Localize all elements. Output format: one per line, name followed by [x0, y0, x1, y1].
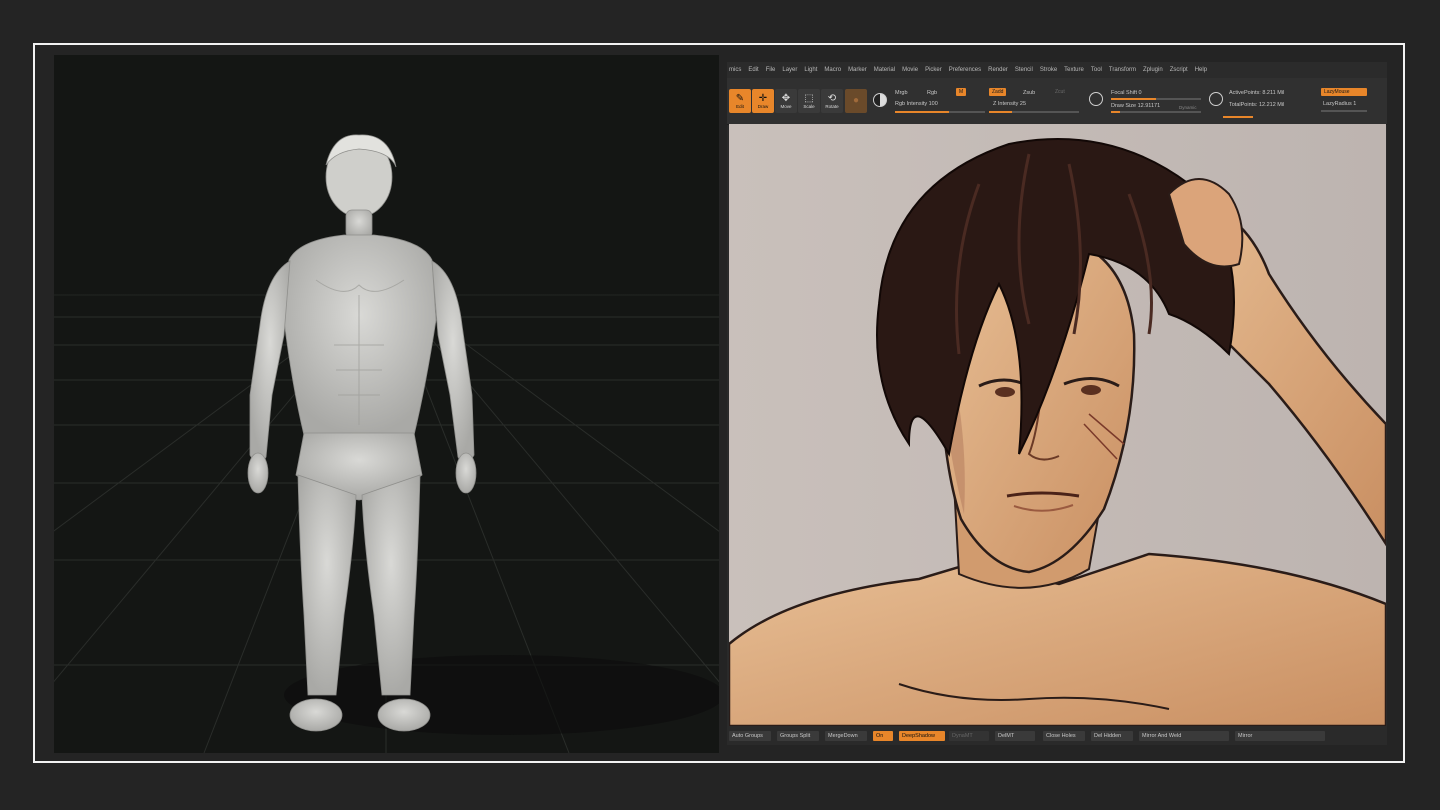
material-sphere-icon: ● — [852, 95, 860, 106]
rotate-icon: ⟲ — [827, 92, 837, 104]
focal-shift-fill — [1111, 98, 1156, 100]
groups-split-button[interactable]: Groups Split — [777, 731, 819, 741]
draw-icon: ✛ — [758, 92, 768, 104]
dynamic-toggle[interactable]: Dynamic — [1179, 105, 1197, 110]
material-swatch[interactable]: ● — [845, 89, 867, 113]
scale-icon: ⬚ — [804, 92, 814, 104]
move-label: Move — [780, 103, 792, 109]
menu-item-stencil[interactable]: Stencil — [1015, 67, 1033, 73]
del-hidden-button[interactable]: Del Hidden — [1091, 731, 1133, 741]
menu-item-file[interactable]: File — [766, 67, 776, 73]
menu-item-texture[interactable]: Texture — [1064, 67, 1084, 73]
total-points-readout: TotalPoints: 12.212 Mil — [1229, 102, 1285, 108]
lazy-radius-slider[interactable]: LazyRadius 1 — [1323, 101, 1356, 107]
menu-item-mics[interactable]: mics — [729, 67, 741, 73]
dynamt-button[interactable]: DynaMT — [949, 731, 989, 741]
human-figure — [247, 134, 477, 732]
scale-label: Scale — [803, 103, 815, 109]
menu-item-zplugin[interactable]: Zplugin — [1143, 67, 1163, 73]
z-intensity-slider[interactable]: Z Intensity 25 — [993, 101, 1026, 107]
menu-item-preferences[interactable]: Preferences — [949, 67, 981, 73]
on-toggle[interactable]: On — [873, 731, 893, 741]
edit-button[interactable]: ✎ Edit — [729, 89, 751, 113]
painted-portrait — [729, 124, 1386, 726]
menu-item-material[interactable]: Material — [874, 67, 895, 73]
clock-icon[interactable] — [1209, 92, 1223, 106]
mirror-button[interactable]: Mirror — [1235, 731, 1325, 741]
menu-bar: mics Edit File Layer Light Macro Marker Materia… — [727, 62, 1387, 78]
menu-item-macro[interactable]: Macro — [824, 67, 841, 73]
z-intensity-fill — [989, 111, 1012, 113]
menu-item-edit[interactable]: Edit — [748, 67, 758, 73]
rgb-intensity-slider[interactable]: Rgb Intensity 100 — [895, 101, 938, 107]
menu-item-transform[interactable]: Transform — [1109, 67, 1136, 73]
auto-groups-button[interactable]: Auto Groups — [729, 731, 771, 741]
points-indicator — [1223, 116, 1253, 118]
menu-item-stroke[interactable]: Stroke — [1040, 67, 1057, 73]
mirror-and-weld-button[interactable]: Mirror And Weld — [1139, 731, 1229, 741]
menu-item-picker[interactable]: Picker — [925, 67, 942, 73]
lazy-mouse-toggle[interactable]: LazyMouse — [1321, 88, 1367, 96]
menu-item-light[interactable]: Light — [804, 67, 817, 73]
menu-item-zscript[interactable]: Zscript — [1170, 67, 1188, 73]
delmt-button[interactable]: DelMT — [995, 731, 1035, 741]
move-button[interactable]: ✥ Move — [775, 89, 797, 113]
rgb-toggle[interactable]: Rgb — [927, 90, 937, 96]
m-toggle[interactable]: M — [956, 88, 967, 96]
menu-item-render[interactable]: Render — [988, 67, 1008, 73]
document-canvas[interactable] — [729, 124, 1386, 726]
menu-item-movie[interactable]: Movie — [902, 67, 918, 73]
active-points-readout: ActivePoints: 8.211 Mil — [1229, 90, 1285, 96]
rotate-button[interactable]: ⟲ Rotate — [821, 89, 843, 113]
focal-shift-slider[interactable]: Focal Shift 0 — [1111, 90, 1142, 96]
draw-label: Draw — [757, 103, 769, 109]
merge-down-button[interactable]: MergeDown — [825, 731, 867, 741]
scale-button[interactable]: ⬚ Scale — [798, 89, 820, 113]
zsub-toggle[interactable]: Zsub — [1023, 90, 1035, 96]
menu-item-marker[interactable]: Marker — [848, 67, 867, 73]
draw-size-track[interactable] — [1111, 111, 1201, 113]
edit-label: Edit — [736, 103, 744, 109]
menu-item-layer[interactable]: Layer — [782, 67, 797, 73]
zbrush-window: mics Edit File Layer Light Macro Marker Materia… — [727, 62, 1387, 745]
menu-item-help[interactable]: Help — [1195, 67, 1207, 73]
rgb-intensity-fill — [895, 111, 949, 113]
draw-button[interactable]: ✛ Draw — [752, 89, 774, 113]
top-shelf: ✎ Edit ✛ Draw ✥ Move ⬚ Scale ⟲ Rotate ● … — [727, 78, 1387, 125]
move-icon: ✥ — [781, 92, 791, 104]
base-mesh-render — [54, 134, 719, 753]
draw-size-slider[interactable]: Draw Size 12.91171 — [1111, 103, 1160, 109]
close-holes-button[interactable]: Close Holes — [1043, 731, 1085, 741]
mrgb-toggle[interactable]: Mrgb — [895, 90, 908, 96]
deep-shadow-button[interactable]: DeepShadow — [899, 731, 945, 741]
rotate-label: Rotate — [825, 103, 839, 109]
texture-swatch-icon[interactable] — [873, 93, 887, 107]
3d-viewport-base-mesh[interactable] — [54, 55, 719, 753]
stroke-curve-icon[interactable] — [1089, 92, 1103, 106]
lazy-radius-track[interactable] — [1321, 110, 1367, 112]
edit-icon: ✎ — [735, 92, 745, 104]
zadd-toggle[interactable]: Zadd — [989, 88, 1007, 96]
zcut-toggle[interactable]: Zcut — [1052, 88, 1068, 96]
draw-size-fill — [1111, 111, 1120, 113]
bottom-palette: Auto Groups Groups Split MergeDown On De… — [727, 727, 1387, 745]
menu-item-tool[interactable]: Tool — [1091, 67, 1102, 73]
